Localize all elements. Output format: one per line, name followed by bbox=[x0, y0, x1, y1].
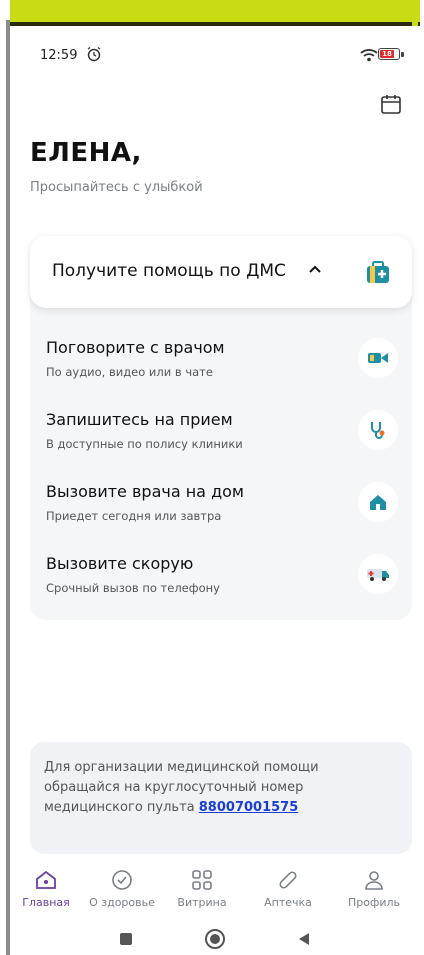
phone-screen: 12:59 18 ЕЛЕНА, Просыпайтесь с улыбкой П… bbox=[10, 26, 420, 955]
service-home-doctor[interactable]: Вызовите врача на дом Приедет сегодня ил… bbox=[30, 472, 412, 534]
calendar-icon[interactable] bbox=[380, 93, 402, 115]
greeting-name: ЕЛЕНА, bbox=[30, 138, 142, 168]
service-title: Поговорите с врачом bbox=[46, 338, 225, 357]
service-subtitle: Срочный вызов по телефону bbox=[46, 581, 220, 595]
stethoscope-icon bbox=[358, 410, 398, 450]
medical-kit-icon bbox=[367, 261, 389, 283]
bottom-nav: Главная О здоровье Витрина Аптечка Профи… bbox=[10, 868, 420, 918]
check-circle-icon bbox=[112, 870, 132, 890]
nav-showcase[interactable]: Витрина bbox=[162, 868, 242, 909]
video-camera-icon bbox=[358, 338, 398, 378]
nav-label: Главная bbox=[22, 896, 70, 909]
wifi-icon bbox=[360, 49, 378, 62]
phone-link[interactable]: 88007001575 bbox=[199, 800, 299, 815]
home-icon bbox=[36, 870, 56, 889]
service-talk-to-doctor[interactable]: Поговорите с врачом По аудио, видео или … bbox=[30, 328, 412, 390]
service-subtitle: Приедет сегодня или завтра bbox=[46, 509, 222, 523]
home-circle-icon[interactable] bbox=[204, 928, 226, 950]
info-text: Для организации медицинской помощи обращ… bbox=[44, 758, 394, 818]
system-nav-bar bbox=[10, 928, 420, 955]
status-bar: 12:59 18 bbox=[10, 26, 420, 86]
nav-label: Профиль bbox=[347, 896, 401, 909]
battery-icon: 18 bbox=[378, 48, 400, 60]
service-book-appointment[interactable]: Запишитесь на прием В доступные по полис… bbox=[30, 400, 412, 462]
nav-label: О здоровье bbox=[89, 896, 155, 909]
nav-health[interactable]: О здоровье bbox=[82, 868, 162, 909]
recents-square-icon[interactable] bbox=[118, 931, 134, 947]
user-icon bbox=[365, 871, 383, 890]
house-icon bbox=[358, 482, 398, 522]
service-subtitle: В доступные по полису клиники bbox=[46, 437, 243, 451]
nav-label: Витрина bbox=[177, 896, 227, 909]
service-title: Вызовите врача на дом bbox=[46, 482, 244, 501]
nav-label: Аптечка bbox=[264, 896, 312, 909]
back-triangle-icon[interactable] bbox=[296, 931, 312, 947]
greeting-subtitle: Просыпайтесь с улыбкой bbox=[30, 180, 203, 195]
ambulance-icon bbox=[358, 554, 398, 594]
top-banner bbox=[10, 0, 420, 26]
status-time: 12:59 bbox=[40, 48, 78, 63]
nav-profile[interactable]: Профиль bbox=[334, 868, 414, 909]
chevron-up-icon[interactable] bbox=[308, 262, 322, 276]
grid-icon bbox=[192, 870, 212, 890]
dms-header[interactable]: Получите помощь по ДМС bbox=[30, 236, 412, 308]
battery-tip bbox=[401, 52, 404, 57]
service-title: Вызовите скорую bbox=[46, 554, 194, 573]
info-box: Для организации медицинской помощи обращ… bbox=[30, 742, 412, 854]
dms-title: Получите помощь по ДМС bbox=[52, 261, 286, 281]
service-ambulance[interactable]: Вызовите скорую Срочный вызов по телефон… bbox=[30, 544, 412, 606]
service-title: Запишитесь на прием bbox=[46, 410, 233, 429]
battery-level: 18 bbox=[380, 50, 394, 58]
service-subtitle: По аудио, видео или в чате bbox=[46, 365, 213, 379]
nav-pharmacy[interactable]: Аптечка bbox=[248, 868, 328, 909]
pill-icon bbox=[279, 871, 297, 889]
alarm-clock-icon bbox=[87, 46, 101, 62]
nav-home[interactable]: Главная bbox=[6, 868, 86, 909]
